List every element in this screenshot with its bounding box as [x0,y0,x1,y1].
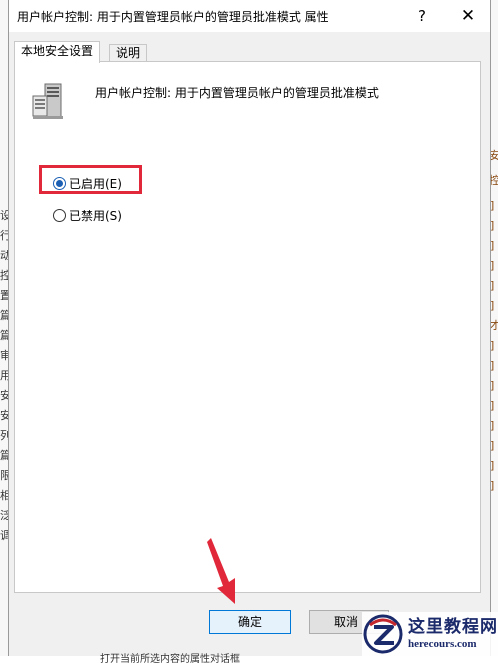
watermark-logo-icon [363,614,403,654]
help-button[interactable]: ? [409,4,435,28]
enabled-label: 已启用(E) [69,177,122,191]
title-bar[interactable]: 用户帐户控制: 用于内置管理员帐户的管理员批准模式 属性 ? ✕ [9,0,490,32]
tab-local-security-setting[interactable]: 本地安全设置 [14,41,101,63]
disabled-label: 已禁用(S) [69,209,122,223]
disabled-radio[interactable] [53,209,66,222]
tab-explain[interactable]: 说明 [109,44,148,62]
watermark-url: herecours.com [408,638,477,650]
properties-dialog: 用户帐户控制: 用于内置管理员帐户的管理员批准模式 属性 ? ✕ 本地安全设置 … [8,0,491,656]
background-status-text: 打开当前所选内容的属性对话框 [100,654,240,665]
watermark-title: 这里教程网 [408,617,498,637]
server-policy-icon [32,83,63,119]
close-button[interactable]: ✕ [455,4,481,28]
dialog-title: 用户帐户控制: 用于内置管理员帐户的管理员批准模式 属性 [17,10,329,24]
arrow-annotation-icon [207,538,235,604]
enabled-radio[interactable] [53,177,66,190]
policy-name: 用户帐户控制: 用于内置管理员帐户的管理员批准模式 [95,86,379,100]
watermark: 这里教程网 herecours.com [362,612,498,656]
enabled-option[interactable]: 已启用(E) [53,175,122,192]
ok-button[interactable]: 确定 [209,610,291,634]
tab-panel: 用户帐户控制: 用于内置管理员帐户的管理员批准模式 已启用(E) 已禁用(S) [14,61,481,593]
disabled-option[interactable]: 已禁用(S) [53,207,122,224]
